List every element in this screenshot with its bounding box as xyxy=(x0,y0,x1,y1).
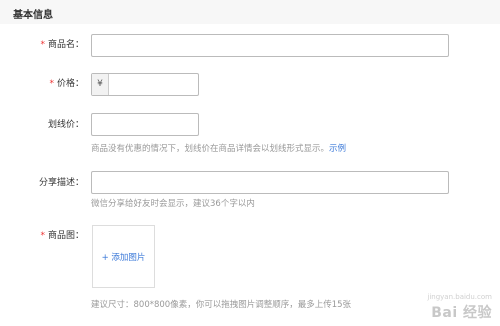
product-image-label: * 商品图： xyxy=(0,230,84,242)
add-image-label: + 添加图片 xyxy=(101,253,146,263)
share-desc-help: 微信分享给好友时会显示，建议36个字以内 xyxy=(91,199,255,209)
section-title: 基本信息 xyxy=(13,10,53,21)
price-label-text: 价格： xyxy=(56,79,84,89)
product-name-label-text: 商品名： xyxy=(47,40,84,50)
product-name-input[interactable] xyxy=(91,34,449,57)
required-mark: * xyxy=(49,79,54,89)
required-mark: * xyxy=(40,231,45,241)
watermark-url: jingyan.baidu.com xyxy=(427,293,492,301)
watermark-brand: Bai 经验 xyxy=(431,305,492,321)
required-mark: * xyxy=(40,40,45,50)
add-image-button[interactable]: + 添加图片 xyxy=(92,225,155,288)
strike-price-label-text: 划线价： xyxy=(47,120,84,130)
section-header: 基本信息 xyxy=(0,0,500,24)
price-input[interactable]: ¥ xyxy=(91,73,199,96)
product-image-help: 建议尺寸：800*800像素，你可以拖拽图片调整顺序，最多上传15张 xyxy=(91,300,352,310)
share-desc-input[interactable] xyxy=(91,171,449,194)
strike-price-help: 商品没有优惠的情况下，划线价在商品详情会以划线形式显示。示例 xyxy=(91,144,346,155)
currency-prefix: ¥ xyxy=(92,74,109,95)
example-link[interactable]: 示例 xyxy=(329,144,346,154)
product-image-label-text: 商品图： xyxy=(47,231,84,241)
price-label: * 价格： xyxy=(0,78,84,90)
product-name-label: * 商品名： xyxy=(0,39,84,51)
strike-price-help-text: 商品没有优惠的情况下，划线价在商品详情会以划线形式显示。 xyxy=(91,144,330,154)
strike-price-input[interactable] xyxy=(91,113,199,136)
strike-price-label: 划线价： xyxy=(0,119,84,131)
share-desc-label-text: 分享描述： xyxy=(38,178,84,188)
share-desc-label: 分享描述： xyxy=(0,177,84,189)
baidu-jingyan-watermark: jingyan.baidu.com Bai 经验 xyxy=(427,293,492,322)
